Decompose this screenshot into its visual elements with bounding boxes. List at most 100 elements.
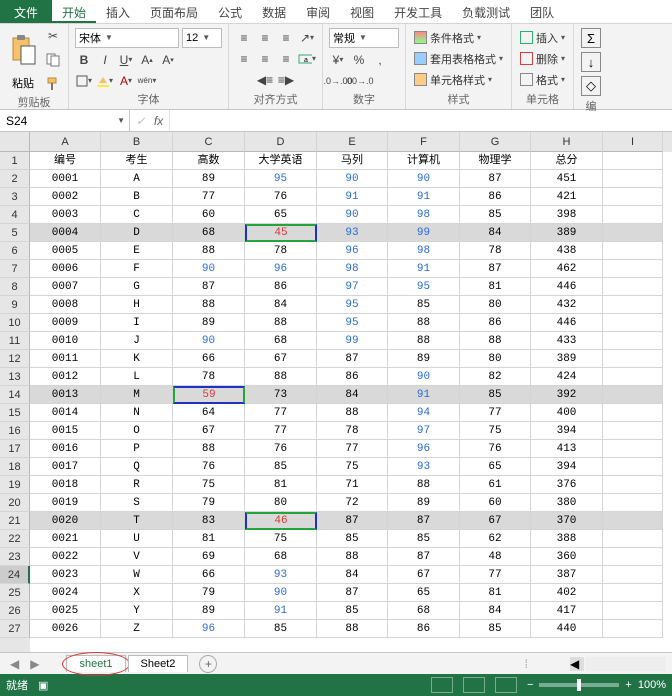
column-header[interactable]: B	[101, 132, 173, 152]
cell[interactable]: 89	[173, 314, 245, 332]
cell-styles-button[interactable]: 单元格样式▾	[412, 71, 494, 89]
cell[interactable]: 98	[317, 260, 388, 278]
cell[interactable]: 84	[317, 566, 388, 584]
column-header[interactable]: E	[317, 132, 388, 152]
add-sheet-button[interactable]: +	[199, 655, 217, 673]
percent-icon[interactable]: %	[350, 51, 368, 69]
row-header[interactable]: 25	[0, 584, 30, 602]
cell[interactable]: 0010	[30, 332, 101, 350]
cell[interactable]	[603, 584, 663, 602]
cell[interactable]	[603, 548, 663, 566]
column-header[interactable]: D	[245, 132, 317, 152]
cell[interactable]: 68	[245, 332, 317, 350]
sheet-tab[interactable]: sheet1	[66, 655, 125, 672]
cell[interactable]: S	[101, 494, 173, 512]
copy-icon[interactable]	[44, 51, 62, 69]
orientation-icon[interactable]: ↗▾	[298, 29, 316, 47]
cell[interactable]: 72	[317, 494, 388, 512]
cell[interactable]: 88	[460, 332, 531, 350]
row-header[interactable]: 5	[0, 224, 30, 242]
cell[interactable]: 98	[388, 206, 460, 224]
row-header[interactable]: 13	[0, 368, 30, 386]
name-box[interactable]: S24▼	[0, 110, 130, 131]
cell[interactable]: 88	[388, 314, 460, 332]
cell[interactable]: 78	[317, 422, 388, 440]
cell[interactable]: 0026	[30, 620, 101, 638]
decrease-indent-icon[interactable]: ◀≡	[256, 71, 274, 89]
decrease-decimal-icon[interactable]: .00→.0	[350, 72, 368, 90]
cell[interactable]: V	[101, 548, 173, 566]
row-header[interactable]: 20	[0, 494, 30, 512]
border-button[interactable]: ▾	[75, 72, 93, 90]
row-header[interactable]: 23	[0, 548, 30, 566]
cell[interactable]: 77	[245, 404, 317, 422]
cell[interactable]: 95	[317, 314, 388, 332]
font-size-combo[interactable]: 12▼	[182, 28, 222, 48]
cell[interactable]: 451	[531, 170, 603, 188]
fx-button[interactable]: ✓fx	[130, 110, 170, 131]
row-header[interactable]: 26	[0, 602, 30, 620]
cell[interactable]: 424	[531, 368, 603, 386]
cell[interactable]: 0004	[30, 224, 101, 242]
cell[interactable]: 88	[245, 314, 317, 332]
cell[interactable]: 88	[317, 620, 388, 638]
cell[interactable]: 84	[460, 602, 531, 620]
cell[interactable]: 0016	[30, 440, 101, 458]
cell[interactable]: 99	[317, 332, 388, 350]
row-header[interactable]: 16	[0, 422, 30, 440]
cell[interactable]: 98	[388, 242, 460, 260]
cell[interactable]	[603, 224, 663, 242]
cell[interactable]: 马列	[317, 152, 388, 170]
cell[interactable]: 392	[531, 386, 603, 404]
cell[interactable]: 0012	[30, 368, 101, 386]
fill-button[interactable]: ↓	[581, 52, 601, 72]
cell[interactable]: 0003	[30, 206, 101, 224]
cell[interactable]: 62	[460, 530, 531, 548]
italic-button[interactable]: I	[96, 51, 114, 69]
cell[interactable]: 78	[173, 368, 245, 386]
cell[interactable]: 81	[460, 584, 531, 602]
cell[interactable]: 物理学	[460, 152, 531, 170]
cell[interactable]	[603, 170, 663, 188]
menu-tab[interactable]: 审阅	[296, 0, 340, 23]
cell[interactable]: 96	[317, 242, 388, 260]
select-all-corner[interactable]	[0, 132, 30, 152]
cell[interactable]: 93	[245, 566, 317, 584]
align-center-icon[interactable]: ≡	[256, 50, 274, 68]
cell[interactable]: 402	[531, 584, 603, 602]
cell[interactable]: 88	[245, 368, 317, 386]
phonetic-button[interactable]: wén▾	[138, 72, 156, 90]
row-header[interactable]: 22	[0, 530, 30, 548]
cell[interactable]: 65	[245, 206, 317, 224]
cell[interactable]: 68	[245, 548, 317, 566]
cell[interactable]: 462	[531, 260, 603, 278]
cell[interactable]: 394	[531, 458, 603, 476]
cell[interactable]: 大学英语	[245, 152, 317, 170]
font-color-button[interactable]: A▾	[117, 72, 135, 90]
row-header[interactable]: 19	[0, 476, 30, 494]
insert-cells-button[interactable]: 插入▾	[518, 29, 567, 47]
cell[interactable]: 90	[388, 170, 460, 188]
row-header[interactable]: 17	[0, 440, 30, 458]
merge-icon[interactable]: a▾	[298, 50, 316, 68]
cell[interactable]: 59	[173, 386, 245, 404]
cell[interactable]: 387	[531, 566, 603, 584]
cell[interactable]: 88	[317, 404, 388, 422]
cell[interactable]: 75	[317, 458, 388, 476]
cell[interactable]: 0007	[30, 278, 101, 296]
cell[interactable]: 编号	[30, 152, 101, 170]
cell[interactable]	[603, 404, 663, 422]
menu-tab[interactable]: 团队	[520, 0, 564, 23]
cell[interactable]: N	[101, 404, 173, 422]
cut-icon[interactable]: ✂	[44, 27, 62, 45]
cell[interactable]: 考生	[101, 152, 173, 170]
format-painter-icon[interactable]	[44, 75, 62, 93]
menu-file[interactable]: 文件	[0, 0, 52, 23]
cell[interactable]: 87	[460, 260, 531, 278]
cell[interactable]: 376	[531, 476, 603, 494]
cell[interactable]: 76	[245, 440, 317, 458]
cell[interactable]: 77	[460, 566, 531, 584]
row-header[interactable]: 4	[0, 206, 30, 224]
cell[interactable]	[603, 458, 663, 476]
cell[interactable]: 77	[317, 440, 388, 458]
